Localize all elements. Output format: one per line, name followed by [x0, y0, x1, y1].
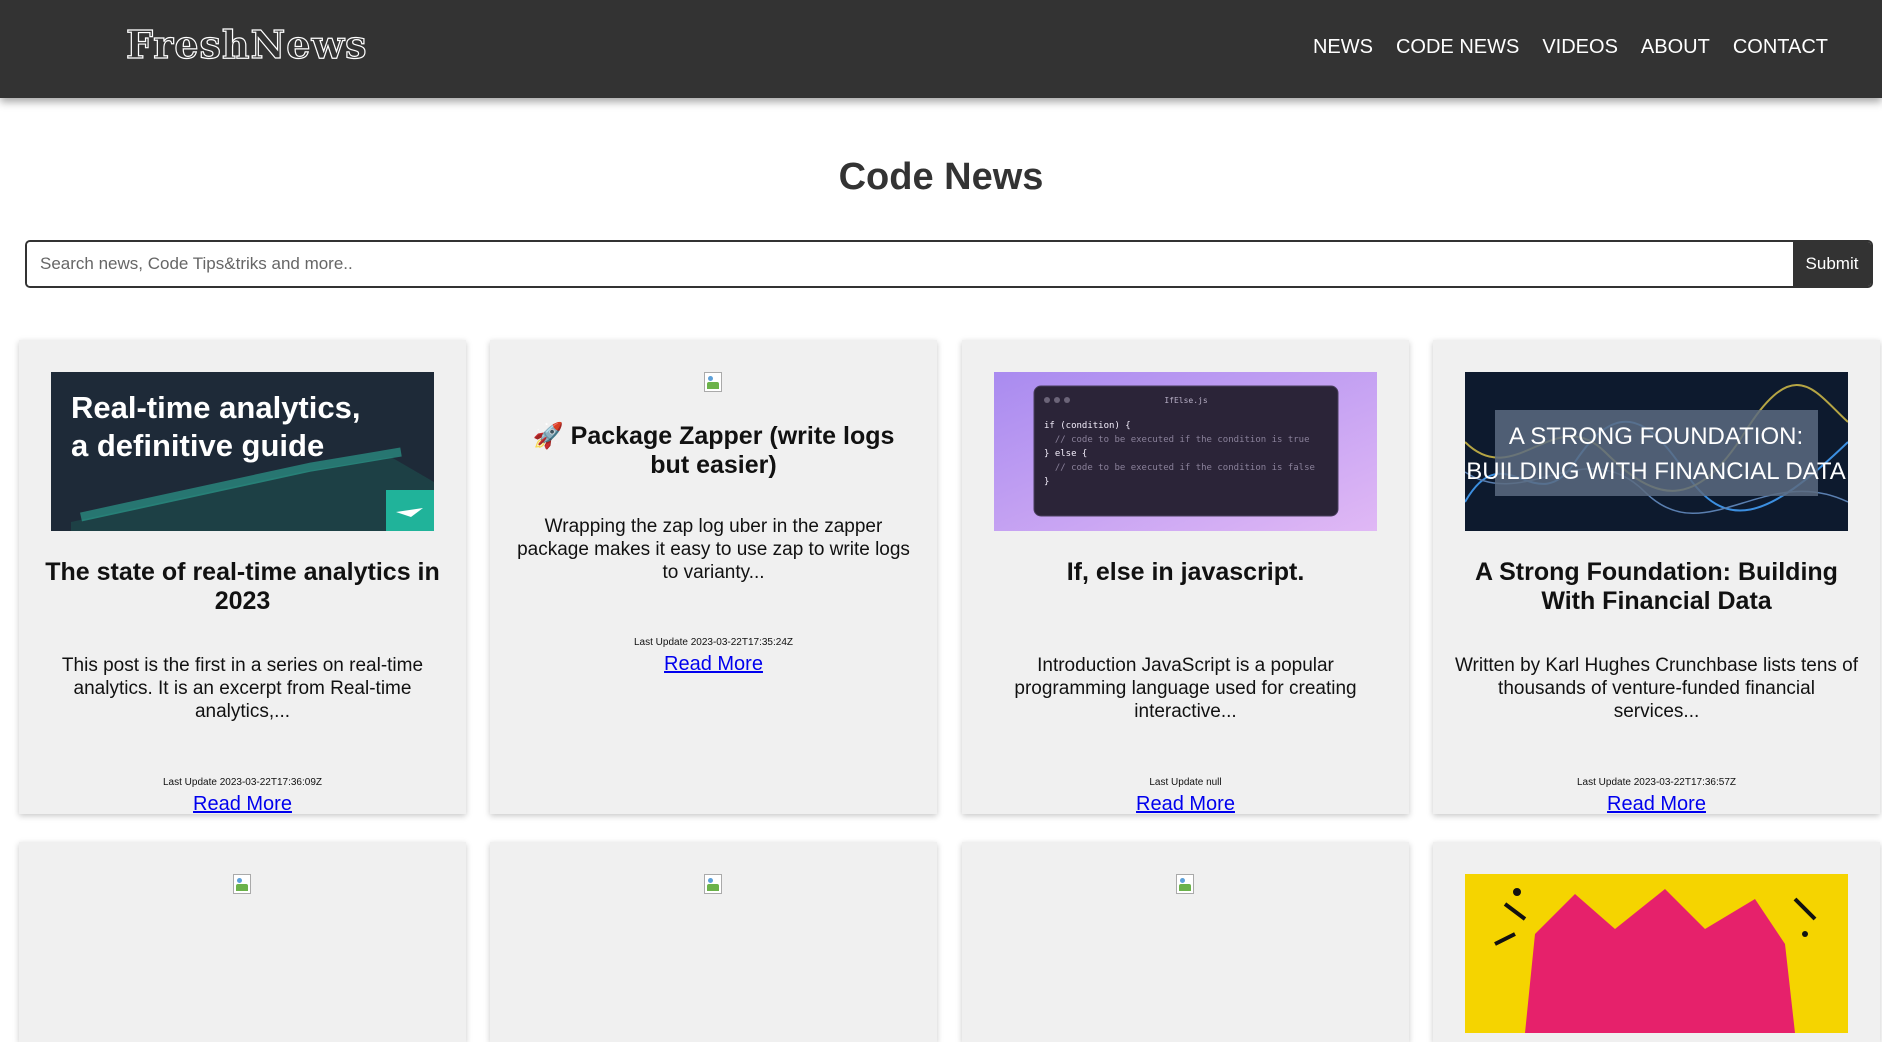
article-description: This post is the first in a series on re…	[61, 655, 424, 722]
article-description: Introduction JavaScript is a popular pro…	[1014, 655, 1357, 722]
search-form: Submit	[25, 240, 1873, 288]
article-updated: Last Update null	[1149, 777, 1222, 788]
read-more-link[interactable]: Read More	[1607, 793, 1706, 814]
article-title: A Strong Foundation: Building With Finan…	[1475, 558, 1838, 615]
main-nav: NEWS CODE NEWS VIDEOS ABOUT CONTACT	[1313, 36, 1828, 59]
article-card: 🚀 Package Zapper (write logs but easier)…	[490, 340, 937, 814]
nav-code-news-link[interactable]: CODE NEWS	[1396, 36, 1519, 59]
broken-image-icon[interactable]	[233, 874, 251, 894]
article-title: The state of real-time analytics in 2023	[45, 558, 440, 615]
read-more-link[interactable]: Read More	[1136, 793, 1235, 814]
nav-videos-link[interactable]: VIDEOS	[1542, 36, 1618, 59]
code-line: }	[1044, 477, 1049, 487]
article-description: Wrapping the zap log uber in the zapper …	[517, 516, 910, 583]
nav-contact-link[interactable]: CONTACT	[1733, 36, 1828, 59]
article-card	[490, 842, 937, 1042]
article-card	[19, 842, 466, 1042]
thumbnail-text: Real-time analytics,	[71, 390, 360, 425]
article-card: Real-time analytics, a definitive guide …	[19, 340, 466, 814]
article-title: If, else in javascript.	[1066, 558, 1305, 586]
thumbnail-text: a definitive guide	[71, 428, 324, 463]
search-submit-button[interactable]: Submit	[1793, 242, 1871, 286]
thumbnail-text: BUILDING WITH FINANCIAL DATA	[1466, 458, 1846, 485]
code-line: if (condition) {	[1044, 421, 1131, 431]
nav-news-link[interactable]: NEWS	[1313, 36, 1373, 59]
article-card: A STRONG FOUNDATION: BUILDING WITH FINAN…	[1433, 340, 1880, 814]
article-thumbnail[interactable]: IfElse.js if (condition) { // code to be…	[994, 372, 1377, 531]
code-line: // code to be executed if the condition …	[1044, 463, 1315, 473]
read-more-link[interactable]: Read More	[664, 653, 763, 675]
search-input[interactable]	[27, 242, 1793, 286]
read-more-link[interactable]: Read More	[193, 793, 292, 814]
top-navbar: FreshNews NEWS CODE NEWS VIDEOS ABOUT CO…	[0, 0, 1882, 98]
site-logo[interactable]: FreshNews	[125, 21, 368, 67]
article-title: 🚀 Package Zapper (write logs but easier)	[532, 422, 895, 479]
article-thumbnail[interactable]	[1465, 874, 1848, 1033]
article-card	[1433, 842, 1880, 1042]
broken-image-icon[interactable]	[704, 874, 722, 894]
nav-about-link[interactable]: ABOUT	[1641, 36, 1710, 59]
article-card: IfElse.js if (condition) { // code to be…	[962, 340, 1409, 814]
code-filename: IfElse.js	[1164, 396, 1208, 405]
article-card	[962, 842, 1409, 1042]
thumbnail-text: A STRONG FOUNDATION:	[1509, 423, 1803, 450]
page-title: Code News	[838, 156, 1044, 198]
article-updated: Last Update 2023-03-22T17:36:09Z	[163, 777, 322, 788]
article-description: Written by Karl Hughes Crunchbase lists …	[1454, 655, 1859, 722]
code-line: } else {	[1044, 449, 1087, 459]
broken-image-icon[interactable]	[1176, 874, 1194, 894]
article-updated: Last Update 2023-03-22T17:36:57Z	[1577, 777, 1736, 788]
article-thumbnail[interactable]: Real-time analytics, a definitive guide	[51, 372, 434, 531]
broken-image-icon[interactable]	[704, 372, 722, 392]
article-thumbnail[interactable]: A STRONG FOUNDATION: BUILDING WITH FINAN…	[1465, 372, 1848, 531]
code-line: // code to be executed if the condition …	[1044, 435, 1310, 445]
article-updated: Last Update 2023-03-22T17:35:24Z	[634, 637, 793, 648]
